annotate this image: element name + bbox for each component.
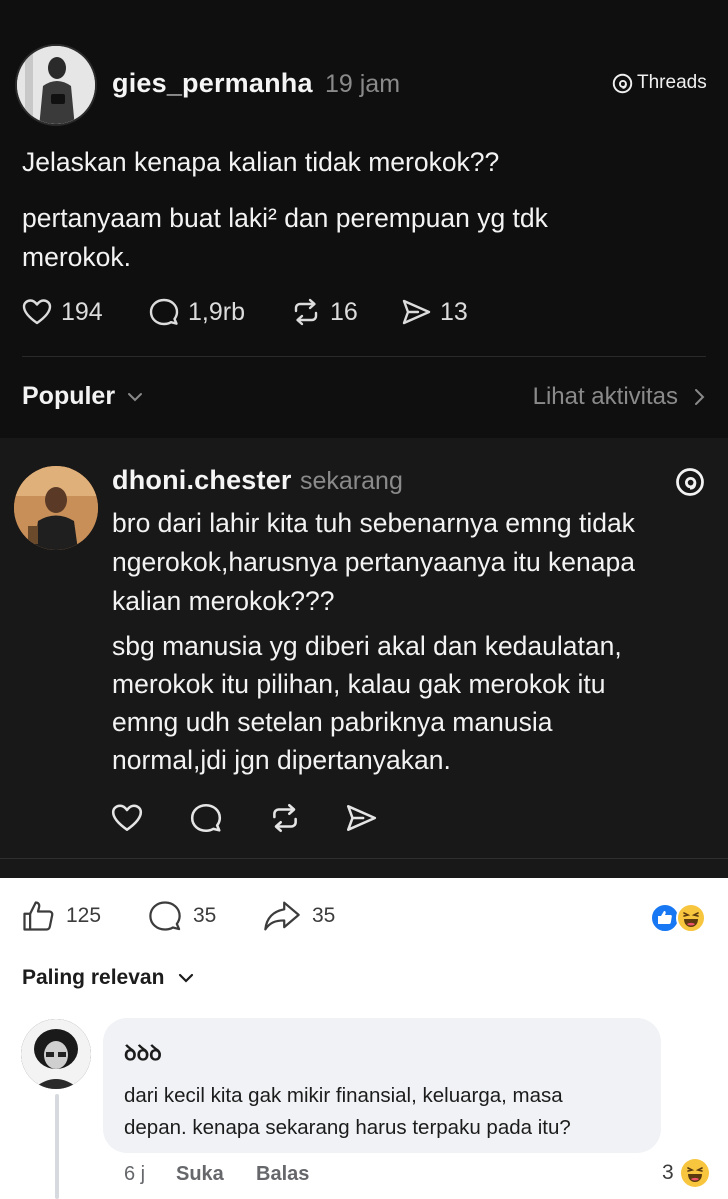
post-body-line-1: pertanyaam buat laki² dan perempuan yg t…: [22, 203, 548, 233]
comment-age: 6 j: [124, 1163, 146, 1185]
reply-line: ngerokok,harusnya pertanyaanya itu kenap…: [112, 547, 635, 577]
fb-like-button[interactable]: 125: [20, 898, 101, 934]
fb-sort-label: Paling relevan: [22, 966, 165, 989]
send-icon[interactable]: [344, 801, 378, 835]
commenter-name[interactable]: ꝺꝺꝺ: [124, 1039, 162, 1067]
repost-icon: [294, 298, 318, 326]
comment-reaction-count: 3: [662, 1161, 674, 1184]
share-button[interactable]: 13: [400, 296, 468, 328]
thread-line: [55, 1094, 59, 1199]
thumbs-up-icon: [23, 901, 54, 931]
threads-screenshot: gies_permanha 19 jam Threads Jelaskan ke…: [0, 0, 728, 878]
fb-comment-count: 35: [193, 904, 217, 927]
comment-count: 1,9rb: [188, 297, 245, 326]
reply-line: normal,jdi jgn dipertanyakan.: [112, 745, 451, 775]
sort-dropdown[interactable]: Populer: [22, 382, 145, 411]
heart-icon[interactable]: [110, 801, 144, 835]
repost-button[interactable]: 16: [290, 296, 358, 328]
post-body-line-2: merokok.: [22, 242, 131, 272]
reply-timestamp: sekarang: [300, 467, 403, 495]
view-activity-link[interactable]: Lihat aktivitas: [533, 383, 708, 411]
chevron-right-icon: [695, 389, 705, 405]
comment-text: dari kecil kita gak mikir finansial, kel…: [124, 1080, 571, 1144]
reply-line: kalian merokok???: [112, 586, 335, 616]
replier-avatar[interactable]: [14, 466, 98, 550]
threads-logo-icon: [612, 73, 633, 93]
send-icon: [402, 299, 431, 325]
comment-button[interactable]: 1,9rb: [148, 296, 245, 328]
reply-line: emng udh setelan pabriknya manusia: [112, 707, 553, 737]
fb-share-count: 35: [312, 904, 336, 927]
chevron-down-icon: [128, 392, 143, 401]
threads-logo-icon: [676, 468, 704, 496]
comment-reply-link[interactable]: Balas: [256, 1163, 309, 1186]
heart-icon: [22, 299, 52, 325]
fb-comment-button[interactable]: 35: [147, 898, 216, 934]
repost-icon[interactable]: [268, 801, 302, 835]
share-count: 13: [440, 297, 468, 326]
like-button[interactable]: 194: [21, 296, 103, 328]
comment-bubble-icon[interactable]: [189, 801, 223, 835]
threads-brand-label: Threads: [637, 72, 707, 93]
view-activity-label: Lihat aktivitas: [532, 383, 678, 410]
comment-line: depan. kenapa sekarang harus terpaku pad…: [124, 1116, 571, 1139]
sort-label: Populer: [22, 382, 116, 410]
replier-username[interactable]: dhoni.chester: [112, 465, 292, 496]
repost-count: 16: [330, 297, 358, 326]
divider: [0, 858, 728, 859]
reply-line: bro dari lahir kita tuh sebenarnya emng …: [112, 508, 635, 538]
fb-like-count: 125: [66, 904, 102, 927]
comment-bubble-icon: [149, 901, 181, 931]
commenter-avatar[interactable]: [21, 1019, 91, 1089]
reply-line: merokok itu pilihan, kalau gak merokok i…: [112, 669, 606, 699]
comment-like-link[interactable]: Suka: [176, 1163, 224, 1186]
post-timestamp: 19 jam: [325, 70, 401, 98]
threads-watermark: Threads: [612, 72, 707, 94]
poster-username[interactable]: gies_permanha: [112, 68, 313, 99]
fb-share-button[interactable]: 35: [262, 898, 335, 934]
post-title: Jelaskan kenapa kalian tidak merokok??: [22, 147, 500, 177]
poster-avatar[interactable]: [15, 44, 97, 126]
like-count: 194: [61, 297, 103, 326]
chevron-down-icon: [179, 973, 194, 983]
fb-sort-dropdown[interactable]: Paling relevan: [22, 966, 196, 990]
divider: [22, 356, 706, 357]
comment-line: dari kecil kita gak mikir finansial, kel…: [124, 1084, 563, 1107]
share-arrow-icon: [264, 901, 300, 931]
reply-line: sbg manusia yg diberi akal dan kedaulata…: [112, 631, 622, 661]
comment-bubble-icon: [149, 298, 179, 326]
haha-reaction-icon: [676, 903, 706, 933]
haha-reaction-icon: [680, 1159, 709, 1187]
comment-reactions[interactable]: 3: [662, 1158, 710, 1188]
fb-reaction-icons[interactable]: [650, 903, 710, 933]
